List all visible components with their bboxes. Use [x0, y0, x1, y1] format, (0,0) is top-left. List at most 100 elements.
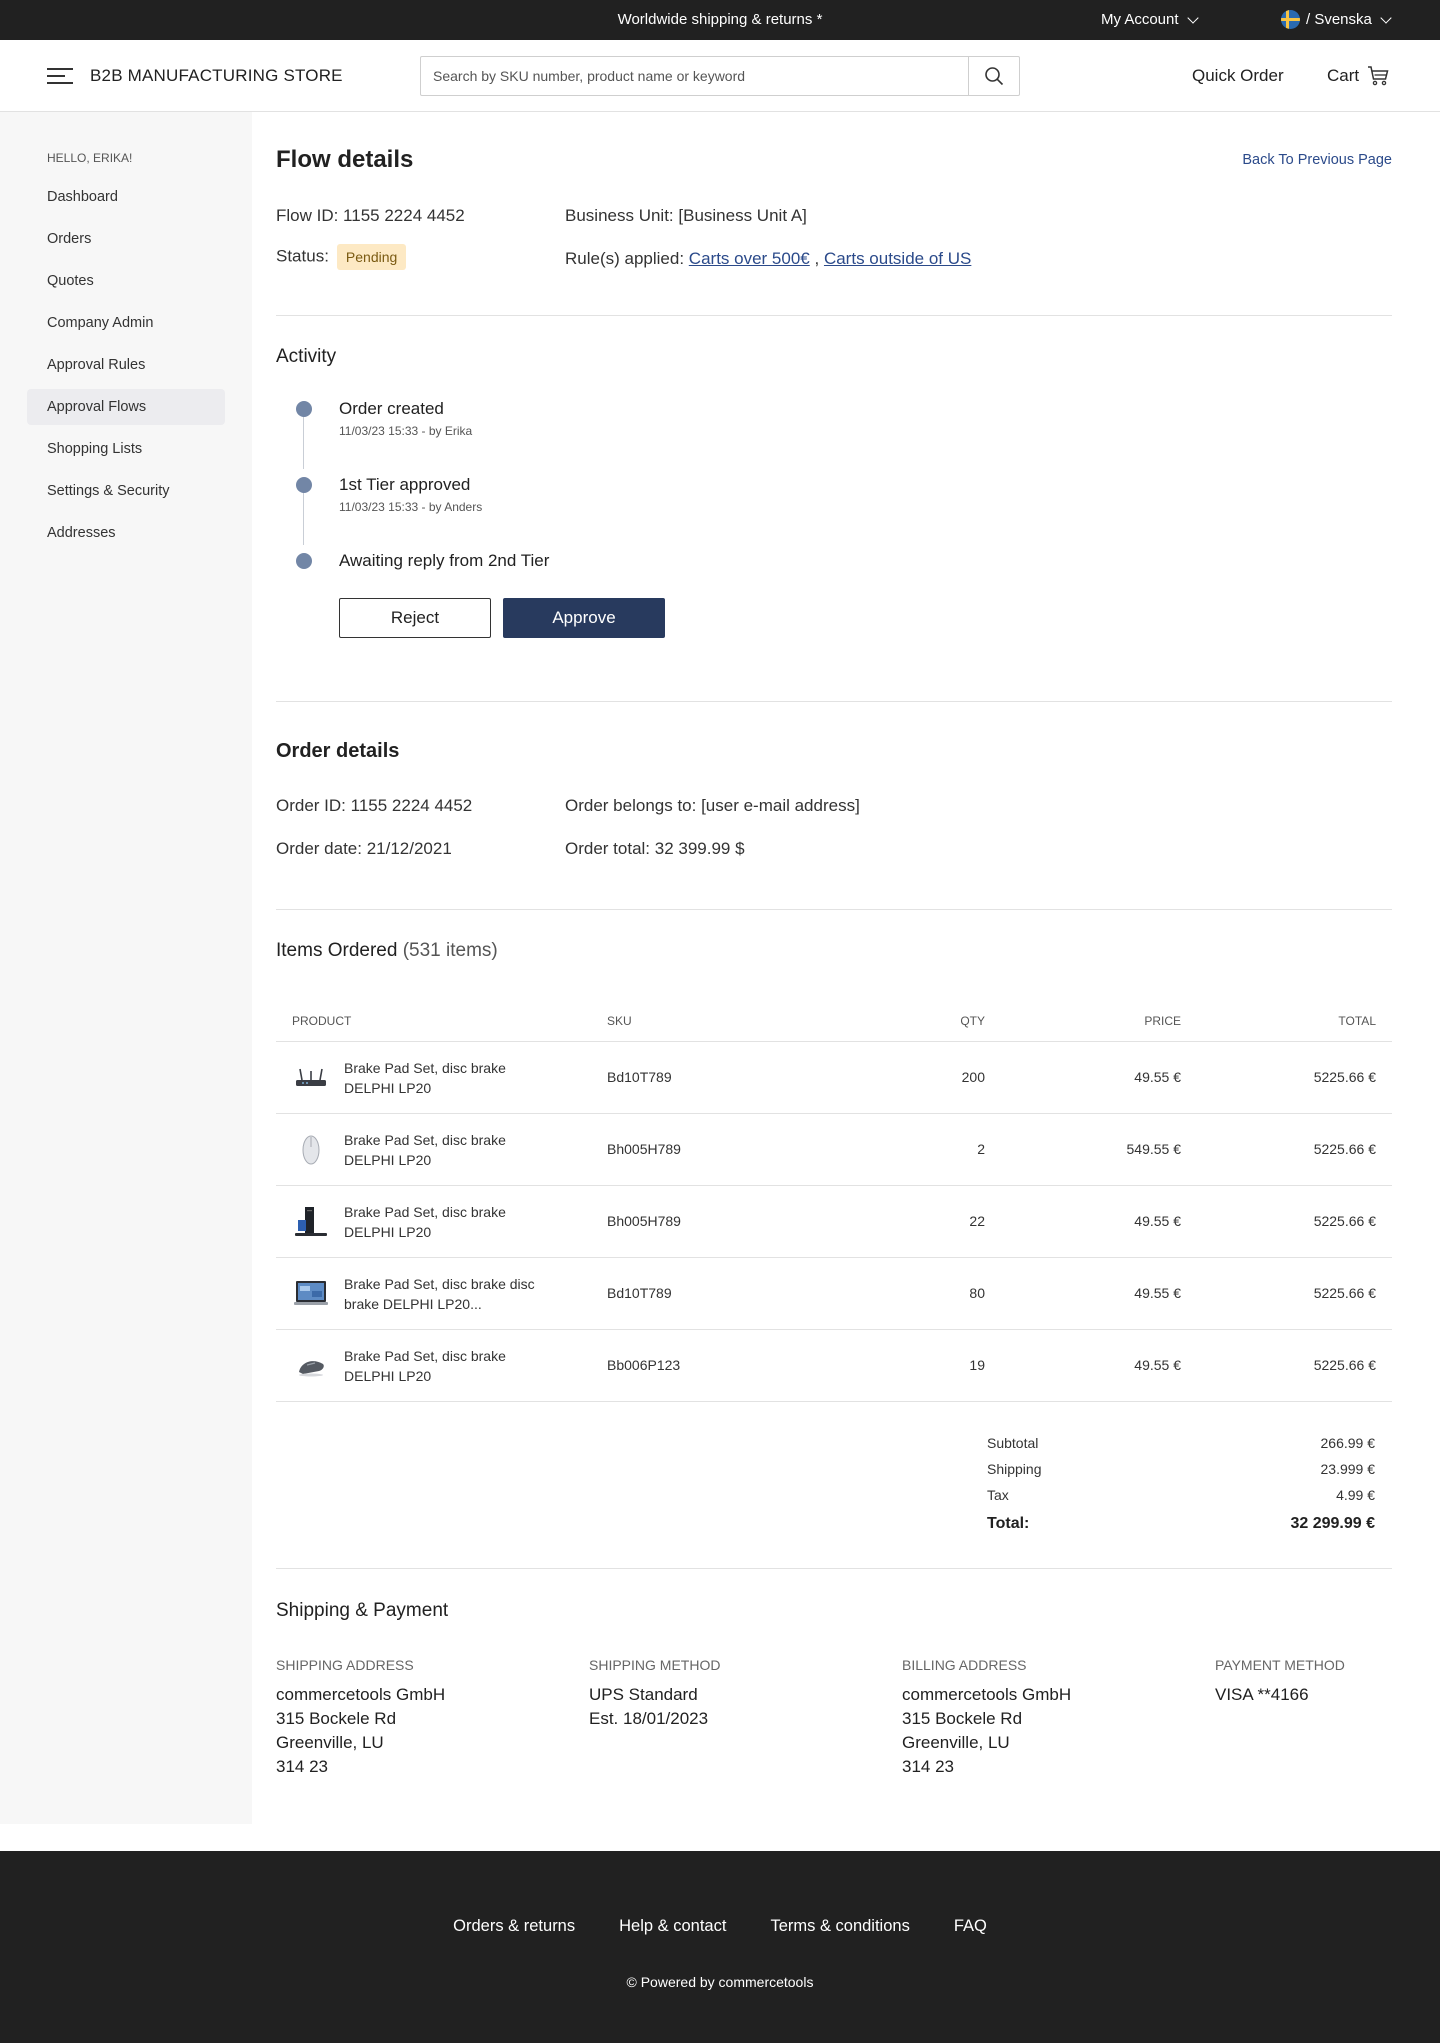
billing-address-label: BILLING ADDRESS: [902, 1657, 1027, 1673]
footer-link-orders-returns[interactable]: Orders & returns: [453, 1917, 575, 1936]
sidebar-item-quotes[interactable]: Quotes: [27, 263, 225, 299]
total-row: Total: 32 299.99 €: [987, 1515, 1375, 1533]
sidebar-item-addresses[interactable]: Addresses: [27, 515, 225, 551]
cart-icon: [1368, 66, 1389, 86]
billing-address: BILLING ADDRESS commercetools GmbH 315 B…: [902, 1657, 1071, 1779]
menu-icon[interactable]: [47, 66, 73, 86]
product-name[interactable]: Brake Pad Set, disc brake DELPHI LP20: [344, 1346, 544, 1386]
search-bar: [420, 56, 1020, 96]
footer-link-faq[interactable]: FAQ: [954, 1917, 987, 1936]
product-sku: Bb006P123: [607, 1357, 681, 1373]
address-line: 315 Bockele Rd: [276, 1709, 397, 1728]
account-nav: Dashboard Orders Quotes Company Admin Ap…: [27, 179, 225, 557]
flow-id: Flow ID: 1155 2224 4452: [276, 206, 465, 225]
address-line: 315 Bockele Rd: [902, 1709, 1023, 1728]
shipping-address: SHIPPING ADDRESS commercetools GmbH 315 …: [276, 1657, 445, 1779]
back-link[interactable]: Back To Previous Page: [1242, 152, 1392, 168]
sidebar-item-shopping-lists[interactable]: Shopping Lists: [27, 431, 225, 467]
mouse-icon: [302, 1135, 320, 1165]
sidebar-item-orders[interactable]: Orders: [27, 221, 225, 257]
activity-event-title: Order created: [339, 399, 444, 418]
items-ordered-title: Items Ordered (531 items): [276, 940, 498, 962]
product-price: 49.55 €: [1134, 1357, 1181, 1373]
shipping-estimate: Est. 18/01/2023: [589, 1709, 709, 1728]
product-total: 5225.66 €: [1313, 1357, 1376, 1373]
address-line: 314 23: [902, 1757, 954, 1776]
page-title: Flow details: [276, 146, 414, 173]
product-sku: Bh005H789: [607, 1141, 681, 1157]
tax-row: Tax 4.99 €: [987, 1487, 1375, 1503]
sidebar-item-approval-flows[interactable]: Approval Flows: [27, 389, 225, 425]
total-value: 32 299.99 €: [1290, 1515, 1375, 1532]
search-button[interactable]: [968, 57, 1019, 95]
activity-event-meta: 11/03/23 15:33 - by Anders: [339, 500, 483, 514]
timeline-connector: [303, 489, 304, 545]
product-name[interactable]: Brake Pad Set, disc brake disc brake DEL…: [344, 1274, 544, 1314]
rule-link-carts-over-500[interactable]: Carts over 500€: [689, 249, 810, 268]
tax-label: Tax: [987, 1487, 1009, 1503]
rule-link-carts-outside-us[interactable]: Carts outside of US: [824, 249, 971, 268]
footer-links: Orders & returns Help & contact Terms & …: [0, 1917, 1440, 1936]
product-name[interactable]: Brake Pad Set, disc brake DELPHI LP20: [344, 1058, 544, 1098]
approve-button[interactable]: Approve: [503, 598, 665, 638]
shipping-address-label: SHIPPING ADDRESS: [276, 1657, 414, 1673]
address-line: Greenville, LU: [276, 1733, 384, 1752]
table-row[interactable]: Brake Pad Set, disc brake DELPHI LP20 Bh…: [276, 1114, 1392, 1186]
table-row[interactable]: Brake Pad Set, disc brake DELPHI LP20 Bh…: [276, 1186, 1392, 1258]
language-selector[interactable]: / Svenska: [1281, 10, 1392, 29]
router-icon: [296, 1068, 326, 1086]
footer-link-terms[interactable]: Terms & conditions: [770, 1917, 909, 1936]
language-label: / Svenska: [1306, 11, 1372, 28]
top-announcement-bar: Worldwide shipping & returns * My Accoun…: [0, 0, 1440, 40]
cart-label: Cart: [1327, 66, 1360, 85]
sidebar-item-approval-rules[interactable]: Approval Rules: [27, 347, 225, 383]
order-id: Order ID: 1155 2224 4452: [276, 796, 473, 815]
product-qty: 200: [961, 1069, 985, 1085]
payment-method: PAYMENT METHOD VISA **4166: [1215, 1657, 1345, 1707]
subtotal-label: Subtotal: [987, 1435, 1039, 1451]
sidebar-item-dashboard[interactable]: Dashboard: [27, 179, 225, 215]
product-total: 5225.66 €: [1313, 1285, 1376, 1301]
site-header: B2B MANUFACTURING STORE Quick Order Cart: [0, 40, 1440, 112]
product-price: 49.55 €: [1134, 1213, 1181, 1229]
rules-applied: Rule(s) applied: Carts over 500€ , Carts…: [565, 249, 971, 269]
order-belongs-to: Order belongs to: [user e-mail address]: [565, 796, 860, 815]
payment-card: VISA **4166: [1215, 1685, 1309, 1704]
product-name[interactable]: Brake Pad Set, disc brake DELPHI LP20: [344, 1202, 544, 1242]
cart-button[interactable]: Cart: [1327, 66, 1389, 86]
divider: [276, 1568, 1392, 1569]
chevron-down-icon: [1380, 11, 1392, 24]
status-label: Status:: [276, 246, 329, 266]
col-qty: QTY: [960, 1014, 985, 1028]
reject-button[interactable]: Reject: [339, 598, 491, 638]
sidebar-item-company-admin[interactable]: Company Admin: [27, 305, 225, 341]
subtotal-row: Subtotal 266.99 €: [987, 1435, 1375, 1451]
product-name[interactable]: Brake Pad Set, disc brake DELPHI LP20: [344, 1130, 544, 1170]
my-account-menu[interactable]: My Account: [1101, 11, 1199, 28]
product-total: 5225.66 €: [1313, 1069, 1376, 1085]
table-row[interactable]: Brake Pad Set, disc brake DELPHI LP20 Bb…: [276, 1330, 1392, 1402]
my-account-label: My Account: [1101, 11, 1179, 28]
table-row[interactable]: Brake Pad Set, disc brake disc brake DEL…: [276, 1258, 1392, 1330]
shipping-promo: Worldwide shipping & returns *: [617, 11, 823, 28]
account-sidebar: HELLO, ERIKA! Dashboard Orders Quotes Co…: [0, 112, 252, 1824]
rules-label: Rule(s) applied:: [565, 249, 685, 268]
table-row[interactable]: Brake Pad Set, disc brake DELPHI LP20 Bd…: [276, 1042, 1392, 1114]
quick-order-link[interactable]: Quick Order: [1192, 66, 1284, 86]
product-sku: Bd10T789: [607, 1285, 672, 1301]
product-qty: 80: [969, 1285, 985, 1301]
footer-link-help-contact[interactable]: Help & contact: [619, 1917, 726, 1936]
search-input[interactable]: [421, 57, 968, 95]
product-qty: 22: [969, 1213, 985, 1229]
shipping-method-label: SHIPPING METHOD: [589, 1657, 721, 1673]
product-total: 5225.66 €: [1313, 1141, 1376, 1157]
subtotal-value: 266.99 €: [1320, 1435, 1376, 1451]
brand-logo[interactable]: B2B MANUFACTURING STORE: [90, 66, 343, 86]
laptop-icon: [294, 1281, 328, 1305]
timeline-dot: [296, 553, 312, 569]
greeting: HELLO, ERIKA!: [47, 151, 133, 165]
activity-event-title: 1st Tier approved: [339, 475, 471, 494]
shipping-value: 23.999 €: [1320, 1461, 1376, 1477]
sidebar-item-settings-security[interactable]: Settings & Security: [27, 473, 225, 509]
divider: [276, 701, 1392, 702]
